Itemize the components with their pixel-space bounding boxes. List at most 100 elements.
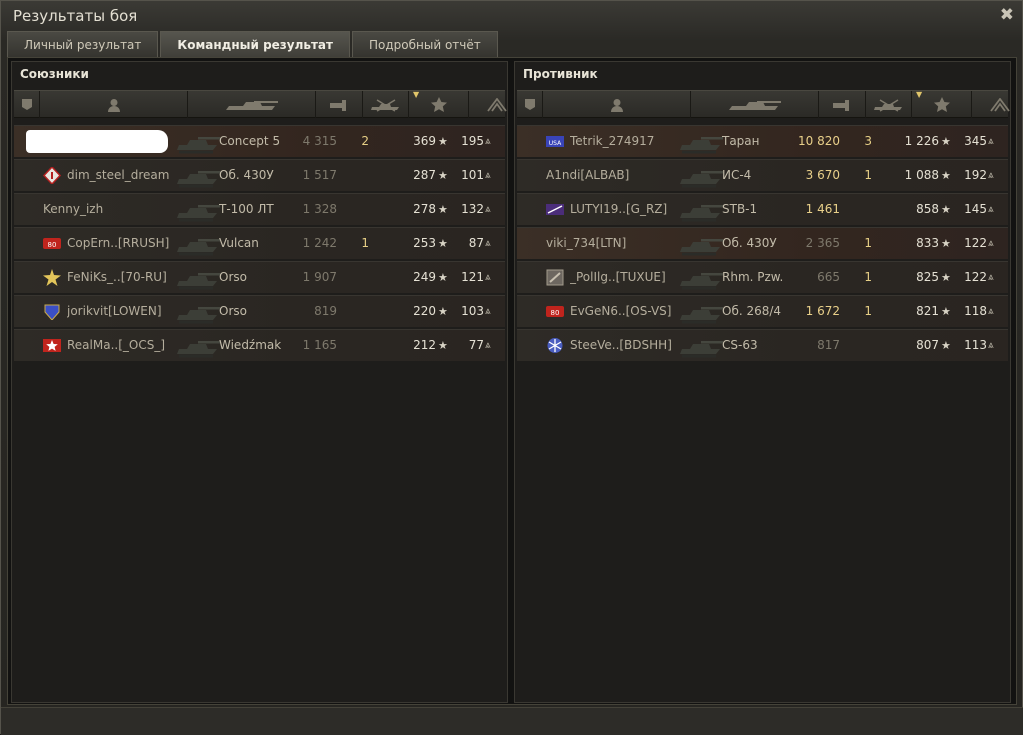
player-row[interactable]: viki_734[LTN] Об. 430У 2 365 1 833 ★ 122 ⩓	[517, 227, 1008, 259]
player-name[interactable]: jorikvit[LOWEN]	[67, 296, 177, 327]
experience-value: 249	[413, 270, 436, 284]
allies-rows: Concept 54 315 2 369 ★ 195 ⩓ dim_steel_dream Об…	[14, 125, 505, 363]
purple-clan-icon	[545, 201, 565, 218]
player-row[interactable]: FeNiKs_..[70-RU] Orso 1 907 249 ★ 121 ⩓	[14, 261, 505, 293]
allies-title: Союзники	[20, 67, 89, 81]
player-name[interactable]: EvGeN6..[OS-VS]	[570, 296, 680, 327]
player-name[interactable]: SteeVe..[BDSHH]	[570, 330, 680, 361]
credits-icon: ⩓	[485, 204, 491, 215]
player-name[interactable]: _PolIlg..[TUXUE]	[570, 262, 680, 293]
player-row[interactable]: 80 CopErn..[RRUSH] Vulcan 1 242 1 253 ★ 87 ⩓	[14, 227, 505, 259]
svg-text:80: 80	[48, 241, 57, 249]
experience-value: 1 088	[904, 168, 939, 182]
credits-icon: ⩓	[485, 306, 491, 317]
player-name[interactable]: RealMa..[_OCS_]	[67, 330, 177, 361]
header-kills-icon[interactable]	[363, 91, 409, 118]
header-damage-icon[interactable]	[316, 91, 363, 118]
credits-value: 122	[964, 236, 987, 250]
credits-value: 145	[964, 202, 987, 216]
blueshield-clan-icon	[42, 303, 62, 321]
player-row[interactable]: dim_steel_dream Об. 430У 1 517 287 ★ 101 ⩓	[14, 159, 505, 191]
credits-icon: ⩓	[485, 170, 491, 181]
header-credits-icon[interactable]	[972, 91, 1023, 118]
experience-star-icon: ★	[438, 305, 448, 318]
credits-value: 122	[964, 270, 987, 284]
header-tank-icon[interactable]	[188, 91, 316, 118]
header-platoon-icon[interactable]	[14, 91, 40, 118]
tab-team-result[interactable]: Командный результат	[160, 31, 350, 57]
header-platoon-icon[interactable]	[517, 91, 543, 118]
tank-image-icon	[174, 264, 222, 291]
damage-value: 1 165	[302, 338, 337, 352]
player-row[interactable]: Kenny_izh Т-100 ЛТ 1 328 278 ★ 132 ⩓	[14, 193, 505, 225]
credits-value: 101	[461, 168, 484, 182]
sort-arrow-icon: ▼	[413, 90, 420, 99]
close-icon[interactable]: ✖	[1000, 5, 1014, 25]
damage-value: 10 820	[798, 134, 840, 148]
player-name[interactable]: Tetrik_274917	[570, 126, 680, 157]
player-row[interactable]: SteeVe..[BDSHH] CS-63 817 807 ★ 113 ⩓	[517, 329, 1008, 361]
credits-icon: ⩓	[485, 272, 491, 283]
kills-value	[842, 330, 872, 361]
tab-personal-result[interactable]: Личный результат	[7, 31, 159, 57]
tank-image-icon	[677, 230, 725, 257]
tank-image-icon	[677, 298, 725, 325]
player-name[interactable]: FeNiKs_..[70-RU]	[67, 262, 177, 293]
player-row[interactable]: _PolIlg..[TUXUE] Rhm. Pzw. 665 1 825 ★ 122 ⩓	[517, 261, 1008, 293]
damage-value: 1 461	[805, 202, 840, 216]
player-name[interactable]: A1ndi[ALBAB]	[546, 160, 678, 191]
tank-image-icon	[174, 196, 222, 223]
tank-image-icon	[677, 196, 725, 223]
kills-value: 1	[864, 168, 872, 182]
credits-icon: ⩓	[988, 272, 994, 283]
experience-value: 369	[413, 134, 436, 148]
damage-value: 1 328	[302, 202, 337, 216]
kills-value: 1	[864, 270, 872, 284]
header-experience-star-icon[interactable]: ▼	[912, 90, 972, 118]
player-row[interactable]: A1ndi[ALBAB] ИС-4 3 670 1 1 088 ★ 192 ⩓	[517, 159, 1008, 191]
allies-column-header: ▼	[14, 90, 525, 118]
red80-clan-icon: 80	[42, 235, 62, 252]
header-experience-star-icon[interactable]: ▼	[409, 90, 469, 118]
credits-value: 77	[468, 338, 484, 352]
credits-value: 118	[964, 304, 987, 318]
damage-value: 1 907	[302, 270, 337, 284]
player-row[interactable]: Concept 54 315 2 369 ★ 195 ⩓	[14, 125, 505, 157]
player-name[interactable]: viki_734[LTN]	[546, 228, 678, 259]
player-row[interactable]: LUTYI19..[G_RZ] STB-1 1 461 858 ★ 145 ⩓	[517, 193, 1008, 225]
experience-star-icon: ★	[438, 169, 448, 182]
experience-star-icon: ★	[438, 237, 448, 250]
experience-star-icon: ★	[941, 169, 951, 182]
enemies-panel: Противник ▼ USA Tetrik_274917 Таран 10 820 3…	[514, 61, 1011, 703]
credits-icon: ⩓	[485, 136, 491, 147]
player-row[interactable]: USA Tetrik_274917 Таран 10 820 3 1 226 ★ 345 ⩓	[517, 125, 1008, 157]
header-tank-icon[interactable]	[691, 91, 819, 118]
header-kills-icon[interactable]	[866, 91, 912, 118]
experience-value: 1 226	[904, 134, 939, 148]
damage-value: 1 517	[302, 168, 337, 182]
player-row[interactable]: jorikvit[LOWEN] Orso 819 220 ★ 103 ⩓	[14, 295, 505, 327]
tab-detailed-report[interactable]: Подробный отчёт	[351, 31, 498, 57]
player-name[interactable]: dim_steel_dream	[67, 160, 177, 191]
experience-value: 825	[916, 270, 939, 284]
experience-value: 833	[916, 236, 939, 250]
player-name[interactable]: LUTYI19..[G_RZ]	[570, 194, 680, 225]
credits-value: 87	[468, 236, 484, 250]
header-player-icon[interactable]	[543, 91, 691, 118]
header-player-icon[interactable]	[40, 91, 188, 118]
player-row[interactable]: 80 EvGeN6..[OS-VS] Об. 268/4 1 672 1 821 ★ 118 ⩓	[517, 295, 1008, 327]
credits-value: 121	[461, 270, 484, 284]
player-name[interactable]: Kenny_izh	[43, 194, 175, 225]
tank-image-icon	[677, 128, 725, 155]
results-content: Союзники ▼ Concept 54 315 2 369 ★ 195 ⩓ dim_st…	[7, 57, 1017, 705]
sort-arrow-icon: ▼	[916, 90, 923, 99]
player-name[interactable]: CopErn..[RRUSH]	[67, 228, 177, 259]
experience-value: 821	[916, 304, 939, 318]
kills-value: 1	[864, 236, 872, 250]
credits-icon: ⩓	[988, 340, 994, 351]
player-row[interactable]: RealMa..[_OCS_] Wiedźmak 1 165 212 ★ 77 ⩓	[14, 329, 505, 361]
header-damage-icon[interactable]	[819, 91, 866, 118]
kills-value	[339, 194, 369, 225]
experience-value: 220	[413, 304, 436, 318]
diamond-clan-icon	[42, 165, 62, 186]
